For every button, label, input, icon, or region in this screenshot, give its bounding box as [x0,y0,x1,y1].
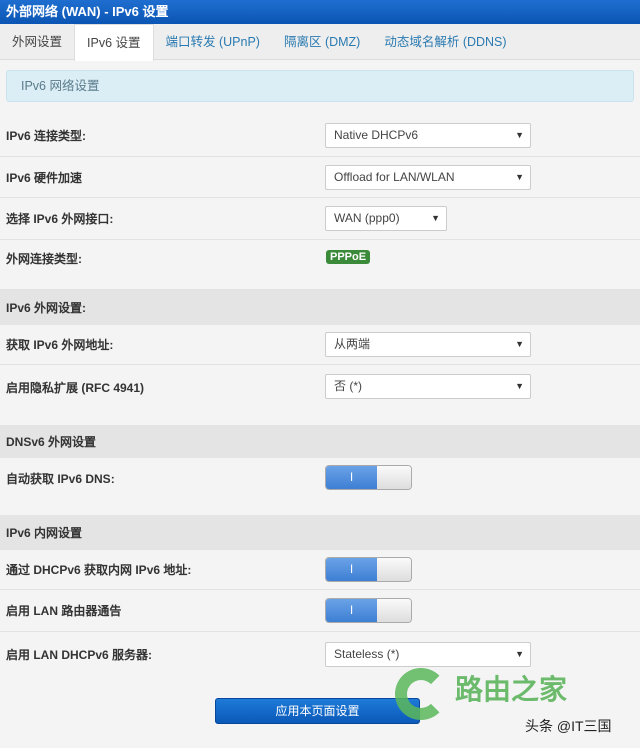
select-value: WAN (ppp0) [334,211,400,225]
wan-if-select[interactable]: WAN (ppp0) ▼ [325,206,447,231]
toggle-on: I [326,599,377,622]
tab-upnp[interactable]: 端口转发 (UPnP) [154,24,272,59]
auto-dns-toggle[interactable]: I [325,465,412,490]
label: 启用 LAN DHCPv6 服务器: [6,647,153,662]
row-hw-accel: IPv6 硬件加速 Offload for LAN/WLAN ▼ [0,157,640,198]
tab-ipv6[interactable]: IPv6 设置 [74,24,154,61]
row-dhcp-lan: 通过 DHCPv6 获取内网 IPv6 地址: I [0,550,640,590]
row-wan-if: 选择 IPv6 外网接口: WAN (ppp0) ▼ [0,198,640,240]
row-wan-type: 外网连接类型: PPPoE [0,240,640,290]
apply-button[interactable]: 应用本页面设置 [215,698,420,724]
watermark-logo: 路由之家 [455,674,568,705]
toggle-off [377,599,411,622]
label: 外网连接类型: [6,252,82,266]
dropdown-arrow-icon: ▼ [515,130,524,140]
watermark-logo-icon [395,668,447,720]
row-auto-dns: 自动获取 IPv6 DNS: I [0,458,640,515]
label: IPv6 连接类型: [6,129,87,143]
label: IPv6 硬件加速 [6,170,83,185]
label: 启用 LAN 路由器通告 [6,604,122,618]
row-get-addr: 获取 IPv6 外网地址: 从两端 ▼ [0,325,640,365]
select-value: 从两端 [334,337,371,351]
toggle-on: I [326,558,377,581]
row-ra: 启用 LAN 路由器通告 I [0,590,640,632]
toggle-on: I [326,466,377,489]
row-conn-type: IPv6 连接类型: Native DHCPv6 ▼ [0,115,640,157]
dropdown-arrow-icon: ▼ [431,213,440,223]
privacy-select[interactable]: 否 (*) ▼ [325,374,531,399]
label: 自动获取 IPv6 DNS: [6,472,115,486]
toggle-off [377,558,411,581]
tab-bar: 外网设置 IPv6 设置 端口转发 (UPnP) 隔离区 (DMZ) 动态域名解… [0,24,640,61]
dropdown-arrow-icon: ▼ [515,381,524,391]
conn-type-select[interactable]: Native DHCPv6 ▼ [325,123,531,148]
toggle-off [377,466,411,489]
hw-accel-select[interactable]: Offload for LAN/WLAN ▼ [325,164,531,190]
tab-dmz[interactable]: 隔离区 (DMZ) [272,24,372,59]
dropdown-arrow-icon: ▼ [515,339,524,349]
status-badge: PPPoE [326,250,371,264]
get-addr-select[interactable]: 从两端 ▼ [325,332,531,357]
row-privacy: 启用隐私扩展 (RFC 4941) 否 (*) ▼ [0,365,640,425]
tab-ddns[interactable]: 动态域名解析 (DDNS) [372,24,518,59]
select-value: Stateless (*) [334,646,400,661]
dhcp-lan-toggle[interactable]: I [325,557,412,582]
select-value: 否 (*) [334,379,362,393]
select-value: Native DHCPv6 [334,128,419,142]
dropdown-arrow-icon: ▼ [515,648,524,659]
watermark-credit: 头条 @IT三国 [525,718,612,734]
tab-wan[interactable]: 外网设置 [0,24,74,59]
section-wan: IPv6 外网设置: [0,290,640,325]
section-dns: DNSv6 外网设置 [0,425,640,458]
dropdown-arrow-icon: ▼ [515,171,524,182]
window-title: 外部网络 (WAN) - IPv6 设置 [0,0,640,24]
info-banner: IPv6 网络设置 [6,70,634,102]
label: 获取 IPv6 外网地址: [6,338,114,352]
dhcp-server-select[interactable]: Stateless (*) ▼ [325,641,531,667]
label: 启用隐私扩展 (RFC 4941) [6,381,145,395]
label: 选择 IPv6 外网接口: [6,212,114,226]
label: 通过 DHCPv6 获取内网 IPv6 地址: [6,563,192,577]
ra-toggle[interactable]: I [325,598,412,623]
select-value: Offload for LAN/WLAN [334,169,455,184]
section-lan: IPv6 内网设置 [0,515,640,550]
